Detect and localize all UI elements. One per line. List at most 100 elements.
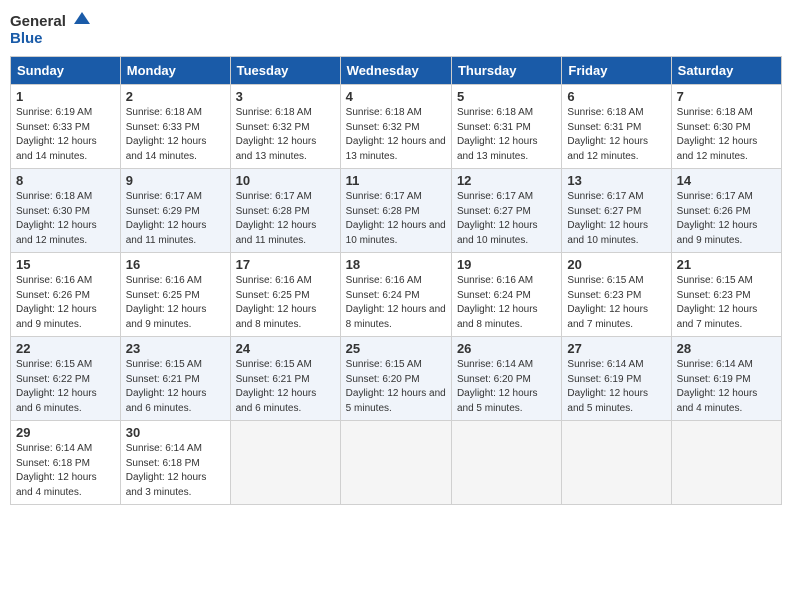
day-detail: Sunrise: 6:15 AMSunset: 6:23 PMDaylight:…	[677, 274, 776, 332]
day-number: 26	[457, 341, 556, 356]
calendar-cell	[671, 421, 781, 505]
logo: General Blue	[10, 10, 90, 48]
day-detail: Sunrise: 6:17 AMSunset: 6:26 PMDaylight:…	[677, 190, 776, 248]
day-number: 9	[126, 173, 225, 188]
calendar-cell: 14 Sunrise: 6:17 AMSunset: 6:26 PMDayligh…	[671, 169, 781, 253]
calendar-cell: 22 Sunrise: 6:15 AMSunset: 6:22 PMDayligh…	[11, 337, 121, 421]
day-detail: Sunrise: 6:16 AMSunset: 6:24 PMDaylight:…	[457, 274, 556, 332]
day-number: 13	[567, 173, 665, 188]
calendar-cell: 20 Sunrise: 6:15 AMSunset: 6:23 PMDayligh…	[562, 253, 671, 337]
day-number: 22	[16, 341, 115, 356]
day-detail: Sunrise: 6:18 AMSunset: 6:30 PMDaylight:…	[677, 106, 776, 164]
calendar-cell	[230, 421, 340, 505]
calendar-cell: 24 Sunrise: 6:15 AMSunset: 6:21 PMDayligh…	[230, 337, 340, 421]
calendar-week-row: 1Sunrise: 6:19 AMSunset: 6:33 PMDaylight…	[11, 85, 782, 169]
day-number: 14	[677, 173, 776, 188]
calendar-cell: 10 Sunrise: 6:17 AMSunset: 6:28 PMDayligh…	[230, 169, 340, 253]
day-detail: Sunrise: 6:14 AMSunset: 6:18 PMDaylight:…	[16, 442, 115, 500]
day-number: 18	[346, 257, 446, 272]
calendar-cell: 5 Sunrise: 6:18 AMSunset: 6:31 PMDaylight…	[451, 85, 561, 169]
calendar-cell: 29 Sunrise: 6:14 AMSunset: 6:18 PMDayligh…	[11, 421, 121, 505]
calendar-cell: 23 Sunrise: 6:15 AMSunset: 6:21 PMDayligh…	[120, 337, 230, 421]
calendar-cell	[340, 421, 451, 505]
day-number: 25	[346, 341, 446, 356]
day-number: 1	[16, 89, 115, 104]
logo-svg: General Blue	[10, 10, 90, 48]
day-number: 24	[236, 341, 335, 356]
day-number: 5	[457, 89, 556, 104]
calendar-week-row: 15 Sunrise: 6:16 AMSunset: 6:26 PMDayligh…	[11, 253, 782, 337]
calendar-cell: 2 Sunrise: 6:18 AMSunset: 6:33 PMDaylight…	[120, 85, 230, 169]
day-number: 21	[677, 257, 776, 272]
day-number: 30	[126, 425, 225, 440]
day-number: 20	[567, 257, 665, 272]
day-number: 8	[16, 173, 115, 188]
calendar-cell: 13 Sunrise: 6:17 AMSunset: 6:27 PMDayligh…	[562, 169, 671, 253]
calendar-cell	[562, 421, 671, 505]
calendar-cell: 16Sunrise: 6:16 AMSunset: 6:25 PMDayligh…	[120, 253, 230, 337]
calendar-cell: 30 Sunrise: 6:14 AMSunset: 6:18 PMDayligh…	[120, 421, 230, 505]
calendar-cell: 1Sunrise: 6:19 AMSunset: 6:33 PMDaylight…	[11, 85, 121, 169]
header-day: Saturday	[671, 57, 781, 85]
calendar-header: SundayMondayTuesdayWednesdayThursdayFrid…	[11, 57, 782, 85]
calendar-week-row: 8Sunrise: 6:18 AMSunset: 6:30 PMDaylight…	[11, 169, 782, 253]
day-detail: Sunrise: 6:18 AMSunset: 6:32 PMDaylight:…	[236, 106, 335, 164]
day-detail: Sunrise: 6:15 AMSunset: 6:21 PMDaylight:…	[236, 358, 335, 416]
calendar-cell: 11Sunrise: 6:17 AMSunset: 6:28 PMDayligh…	[340, 169, 451, 253]
header-row: SundayMondayTuesdayWednesdayThursdayFrid…	[11, 57, 782, 85]
day-detail: Sunrise: 6:15 AMSunset: 6:21 PMDaylight:…	[126, 358, 225, 416]
day-number: 23	[126, 341, 225, 356]
day-number: 19	[457, 257, 556, 272]
svg-text:General: General	[10, 13, 66, 30]
day-detail: Sunrise: 6:16 AMSunset: 6:25 PMDaylight:…	[126, 274, 225, 332]
calendar-week-row: 22 Sunrise: 6:15 AMSunset: 6:22 PMDayligh…	[11, 337, 782, 421]
calendar-cell: 27 Sunrise: 6:14 AMSunset: 6:19 PMDayligh…	[562, 337, 671, 421]
day-number: 7	[677, 89, 776, 104]
day-detail: Sunrise: 6:17 AMSunset: 6:27 PMDaylight:…	[567, 190, 665, 248]
day-detail: Sunrise: 6:16 AMSunset: 6:26 PMDaylight:…	[16, 274, 115, 332]
calendar-cell: 4 Sunrise: 6:18 AMSunset: 6:32 PMDaylight…	[340, 85, 451, 169]
day-number: 29	[16, 425, 115, 440]
day-number: 17	[236, 257, 335, 272]
calendar-cell: 17Sunrise: 6:16 AMSunset: 6:25 PMDayligh…	[230, 253, 340, 337]
calendar-body: 1Sunrise: 6:19 AMSunset: 6:33 PMDaylight…	[11, 85, 782, 505]
day-detail: Sunrise: 6:18 AMSunset: 6:32 PMDaylight:…	[346, 106, 446, 164]
calendar-cell: 8Sunrise: 6:18 AMSunset: 6:30 PMDaylight…	[11, 169, 121, 253]
calendar-week-row: 29 Sunrise: 6:14 AMSunset: 6:18 PMDayligh…	[11, 421, 782, 505]
day-number: 15	[16, 257, 115, 272]
calendar-cell: 18Sunrise: 6:16 AMSunset: 6:24 PMDayligh…	[340, 253, 451, 337]
day-number: 2	[126, 89, 225, 104]
day-detail: Sunrise: 6:15 AMSunset: 6:23 PMDaylight:…	[567, 274, 665, 332]
day-detail: Sunrise: 6:18 AMSunset: 6:33 PMDaylight:…	[126, 106, 225, 164]
day-number: 28	[677, 341, 776, 356]
day-detail: Sunrise: 6:14 AMSunset: 6:19 PMDaylight:…	[567, 358, 665, 416]
day-detail: Sunrise: 6:17 AMSunset: 6:29 PMDaylight:…	[126, 190, 225, 248]
day-detail: Sunrise: 6:15 AMSunset: 6:22 PMDaylight:…	[16, 358, 115, 416]
header-day: Thursday	[451, 57, 561, 85]
calendar-cell: 25Sunrise: 6:15 AMSunset: 6:20 PMDayligh…	[340, 337, 451, 421]
calendar-cell: 26 Sunrise: 6:14 AMSunset: 6:20 PMDayligh…	[451, 337, 561, 421]
day-number: 4	[346, 89, 446, 104]
day-detail: Sunrise: 6:17 AMSunset: 6:28 PMDaylight:…	[236, 190, 335, 248]
calendar-cell: 7 Sunrise: 6:18 AMSunset: 6:30 PMDaylight…	[671, 85, 781, 169]
page-header: General Blue	[10, 10, 782, 48]
day-detail: Sunrise: 6:17 AMSunset: 6:27 PMDaylight:…	[457, 190, 556, 248]
calendar-cell: 9 Sunrise: 6:17 AMSunset: 6:29 PMDaylight…	[120, 169, 230, 253]
day-number: 12	[457, 173, 556, 188]
day-number: 3	[236, 89, 335, 104]
calendar-table: SundayMondayTuesdayWednesdayThursdayFrid…	[10, 56, 782, 505]
day-detail: Sunrise: 6:14 AMSunset: 6:19 PMDaylight:…	[677, 358, 776, 416]
svg-text:Blue: Blue	[10, 30, 43, 47]
header-day: Tuesday	[230, 57, 340, 85]
calendar-cell	[451, 421, 561, 505]
day-detail: Sunrise: 6:17 AMSunset: 6:28 PMDaylight:…	[346, 190, 446, 248]
calendar-cell: 28 Sunrise: 6:14 AMSunset: 6:19 PMDayligh…	[671, 337, 781, 421]
day-number: 10	[236, 173, 335, 188]
day-detail: Sunrise: 6:18 AMSunset: 6:31 PMDaylight:…	[567, 106, 665, 164]
day-detail: Sunrise: 6:18 AMSunset: 6:31 PMDaylight:…	[457, 106, 556, 164]
day-number: 27	[567, 341, 665, 356]
day-detail: Sunrise: 6:14 AMSunset: 6:18 PMDaylight:…	[126, 442, 225, 500]
calendar-cell: 3 Sunrise: 6:18 AMSunset: 6:32 PMDaylight…	[230, 85, 340, 169]
day-detail: Sunrise: 6:14 AMSunset: 6:20 PMDaylight:…	[457, 358, 556, 416]
header-day: Monday	[120, 57, 230, 85]
